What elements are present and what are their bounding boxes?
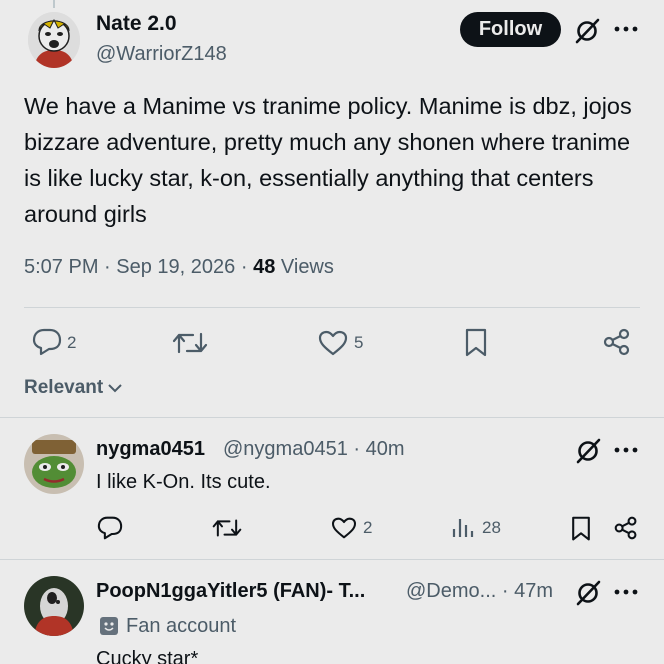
author-avatar[interactable]	[28, 12, 80, 68]
reply-icon[interactable]	[97, 516, 123, 540]
divider	[24, 307, 640, 308]
post-detail-page: Nate 2.0 @WarriorZ148 Follow We have a M…	[0, 0, 664, 664]
sort-dropdown[interactable]: Relevant	[24, 377, 123, 399]
meta-separator: ·	[501, 580, 509, 602]
views-label: Views	[280, 256, 334, 278]
bookmark-icon[interactable]	[464, 328, 488, 358]
follow-button[interactable]: Follow	[460, 12, 561, 47]
more-icon[interactable]	[614, 22, 638, 36]
share-icon[interactable]	[614, 516, 638, 540]
more-icon[interactable]	[614, 585, 638, 599]
reply-text: Cucky star*	[96, 648, 199, 664]
post-meta: 5:07 PM · Sep 19, 2026 · 48 Views	[24, 256, 334, 279]
views-icon[interactable]	[452, 517, 474, 539]
post-date[interactable]: Sep 19, 2026	[116, 256, 235, 278]
post-text: We have a Manime vs tranime policy. Mani…	[24, 93, 632, 227]
reply-age: 47m	[514, 580, 554, 602]
bookmark-icon[interactable]	[570, 516, 592, 542]
reply-age: 40m	[365, 438, 405, 460]
meta-separator: ·	[353, 438, 361, 460]
reply-icon[interactable]	[32, 328, 62, 356]
reply-text: I like K-On. Its cute.	[96, 471, 271, 493]
divider	[0, 417, 664, 418]
reply-handle-text: @nygma0451	[223, 438, 348, 460]
reply-count: 2	[67, 333, 77, 352]
views-count: 48	[253, 256, 276, 278]
grok-icon[interactable]	[575, 580, 603, 606]
reply-author-name[interactable]: nygma0451	[96, 438, 205, 461]
grok-icon[interactable]	[575, 438, 603, 464]
more-icon[interactable]	[614, 443, 638, 457]
sort-label: Relevant	[24, 377, 104, 398]
like-icon[interactable]	[318, 330, 348, 356]
reply-avatar[interactable]	[24, 576, 84, 636]
grok-icon[interactable]	[574, 18, 602, 44]
meta-separator: ·	[104, 256, 111, 278]
fan-account-icon	[100, 617, 118, 635]
reply-author-handle[interactable]: @Demo... · 47m	[406, 580, 553, 603]
post-time[interactable]: 5:07 PM	[24, 256, 98, 278]
reply-like-count: 2	[363, 518, 373, 537]
share-icon[interactable]	[603, 328, 631, 356]
reply-author-name[interactable]: PoopN1ggaYitler5 (FAN)- T...	[96, 580, 365, 603]
reply-author-handle[interactable]: @nygma0451 · 40m	[223, 438, 405, 461]
reply-view-count: 28	[482, 518, 501, 537]
chevron-down-icon	[108, 384, 123, 393]
fan-account-label: Fan account	[126, 615, 237, 637]
retweet-icon[interactable]	[172, 330, 208, 356]
like-icon[interactable]	[331, 517, 357, 539]
like-count: 5	[354, 333, 364, 352]
thread-line	[53, 0, 55, 8]
divider	[0, 559, 664, 560]
author-name[interactable]: Nate 2.0	[96, 12, 177, 36]
reply-handle-text: @Demo...	[406, 580, 497, 602]
meta-separator: ·	[240, 256, 248, 278]
retweet-icon[interactable]	[212, 517, 242, 539]
author-handle[interactable]: @WarriorZ148	[96, 43, 227, 66]
reply-avatar[interactable]	[24, 434, 84, 494]
